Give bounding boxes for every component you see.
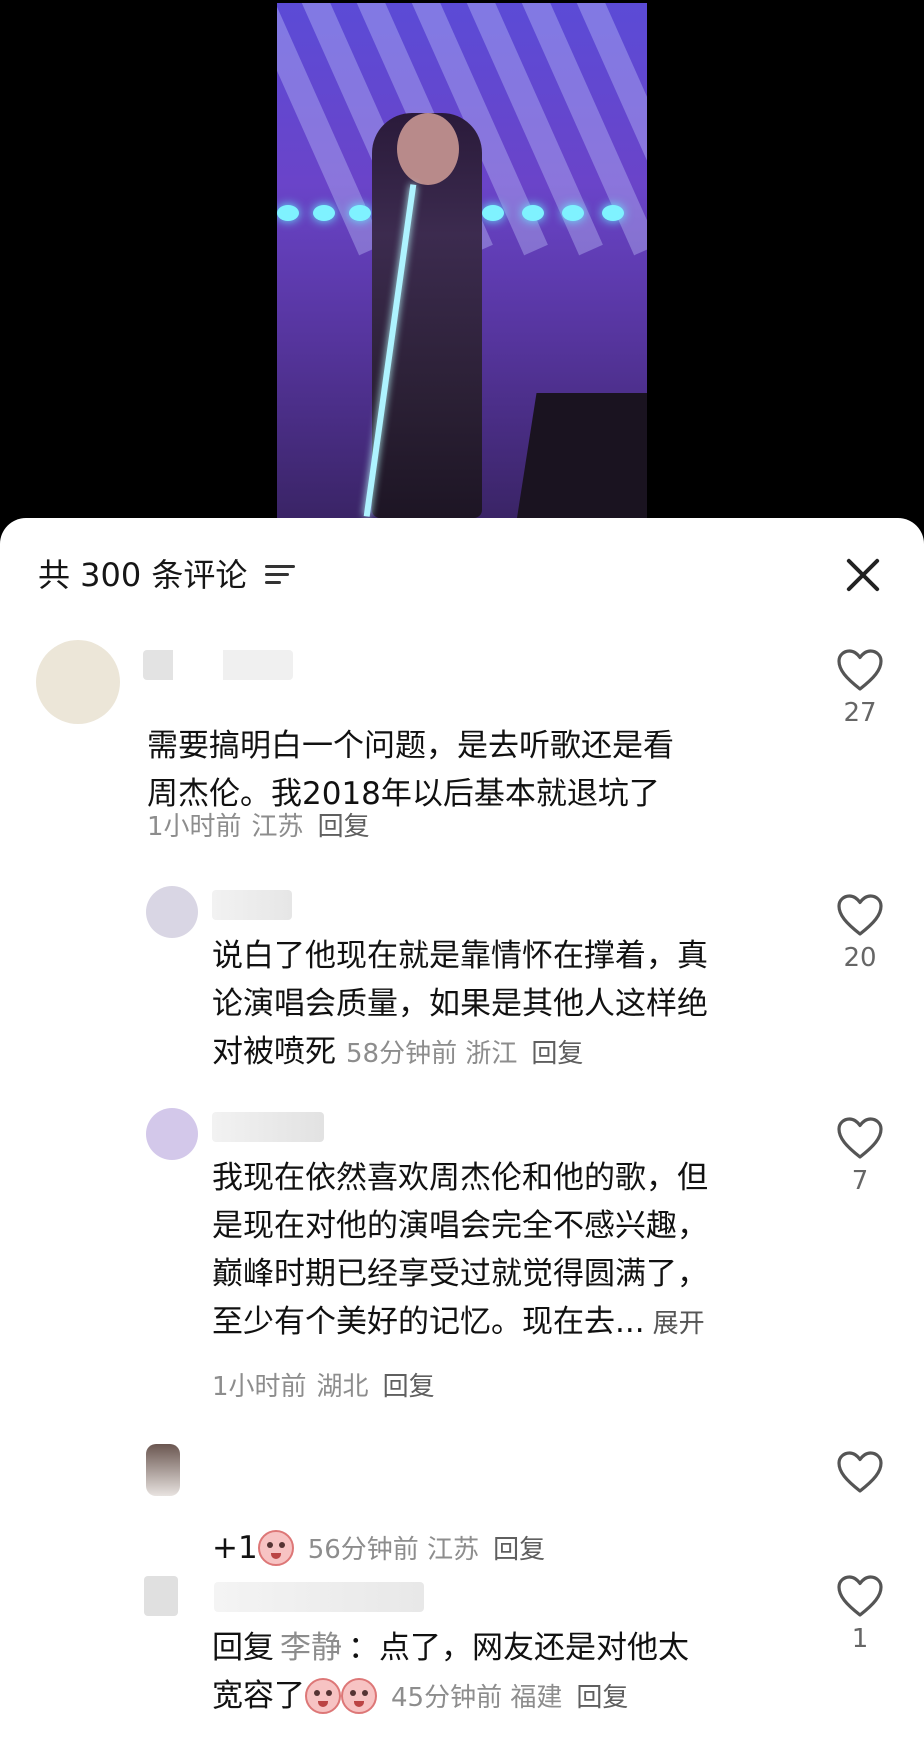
comment-text: 回复 李静 ：点了，网友还是对他太 宽容了 45分钟前 福建 回复 [212,1630,689,1714]
username-blurred[interactable] [214,1582,424,1612]
avatar[interactable] [146,886,198,938]
video-player[interactable] [0,0,924,530]
avatar[interactable] [146,1108,198,1160]
username-blurred[interactable] [212,1112,324,1142]
comment-time: 45分钟前 [391,1683,503,1713]
emoji-icon [341,1678,377,1714]
filter-icon[interactable] [265,561,296,585]
emoji-icon [305,1678,341,1714]
reply-button[interactable]: 回复 [493,1535,545,1565]
like-button[interactable]: 1 [830,1574,890,1654]
heart-icon [837,1117,883,1159]
reply-to-user[interactable]: 李静 [280,1630,342,1666]
like-button[interactable]: 20 [830,893,890,973]
comment-location: 江苏 [251,812,304,842]
close-icon[interactable] [844,556,882,594]
reply-button[interactable]: 回复 [531,1039,583,1069]
reply-button[interactable]: 回复 [383,1372,435,1402]
comment-sheet: 共 300 条评论 需要搞明白一个问题，是去听歌还是看 周杰伦。我2018年以后… [0,518,924,1745]
comment-text: 需要搞明白一个问题，是去听歌还是看 周杰伦。我2018年以后基本就退坑了 [147,728,674,812]
comment-location: 湖北 [316,1372,369,1402]
like-count: 7 [851,1166,869,1196]
avatar[interactable] [146,1444,180,1496]
avatar[interactable] [36,640,120,724]
comment-meta: 1小时前 江苏 回复 [147,806,370,843]
like-button[interactable]: 7 [830,1116,890,1196]
like-button[interactable]: 27 [830,648,890,728]
performer-head [397,113,459,185]
reply-button[interactable]: 回复 [576,1683,628,1713]
comment-time: 56分钟前 [307,1535,419,1565]
comment-sheet-header: 共 300 条评论 [38,550,296,596]
comment-time: 1小时前 [147,812,242,842]
avatar[interactable] [144,1576,178,1616]
reply-prefix: 回复 [212,1630,274,1666]
like-count: 27 [843,698,877,728]
comment-location: 江苏 [427,1535,480,1565]
heart-icon [837,1451,883,1493]
like-count: 1 [851,1624,869,1654]
expand-button[interactable]: 展开 [653,1309,705,1339]
heart-icon [837,894,883,936]
comment-meta: 1小时前 湖北 回复 [212,1366,435,1403]
comment-count: 共 300 条评论 [38,556,248,594]
reply-button[interactable]: 回复 [318,812,370,842]
comment-time: 58分钟前 [346,1039,458,1069]
comment-text: 说白了他现在就是靠情怀在撑着，真 论演唱会质量，如果是其他人这样绝 对被喷死 58… [212,938,708,1070]
like-count: 20 [843,943,877,973]
heart-icon [837,649,883,691]
heart-icon [837,1575,883,1617]
emoji-icon [257,1530,294,1566]
piano-shape [517,393,647,518]
username-blurred[interactable] [212,890,292,920]
comment-location: 福建 [510,1683,563,1713]
comment-text: 我现在依然喜欢周杰伦和他的歌，但 是现在对他的演唱会完全不感兴趣， 巅峰时期已经… [212,1160,708,1340]
comment-location: 浙江 [465,1039,518,1069]
like-button[interactable] [830,1450,890,1494]
comment-time: 1小时前 [212,1372,307,1402]
comment-text: +1 56分钟前 江苏 回复 [212,1530,546,1566]
concert-video-frame[interactable] [277,3,647,518]
